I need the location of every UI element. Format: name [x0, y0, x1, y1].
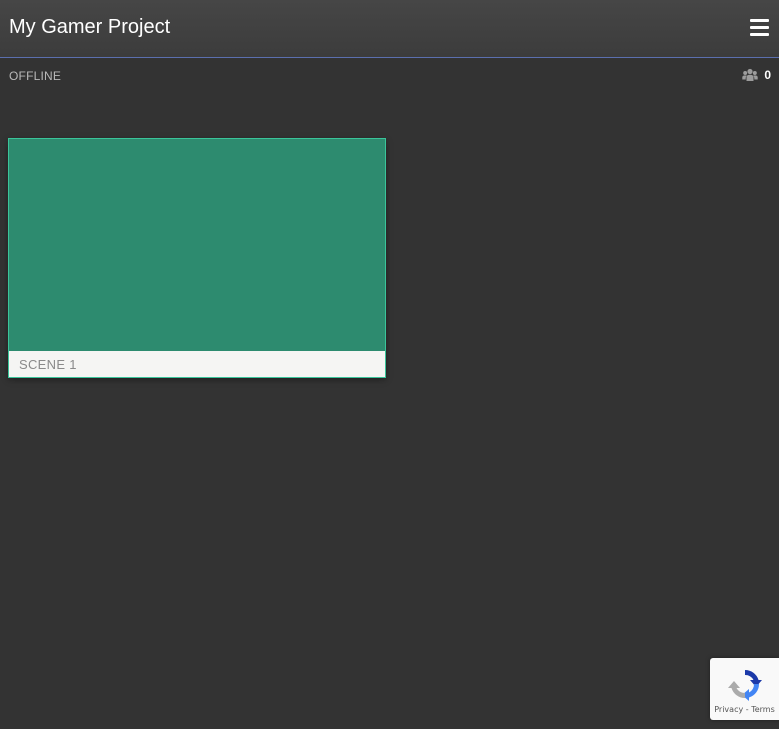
menu-bar: [750, 33, 769, 36]
scene-label-bar: SCENE 1: [9, 351, 385, 377]
top-header: My Gamer Project: [0, 0, 779, 58]
connection-status: OFFLINE: [9, 69, 62, 83]
recaptcha-terms-link[interactable]: Terms: [751, 705, 775, 714]
recaptcha-separator: -: [745, 705, 749, 714]
project-title: My Gamer Project: [9, 16, 171, 38]
viewers-count: 0: [764, 68, 771, 82]
scene-thumbnail: [9, 139, 385, 351]
menu-bar: [750, 19, 769, 22]
hamburger-menu-icon[interactable]: [750, 19, 769, 37]
app-root: My Gamer Project OFFLINE 0 SCENE 1 Priva…: [0, 0, 779, 729]
recaptcha-badge[interactable]: Privacy - Terms: [710, 658, 779, 720]
viewers-indicator: 0: [742, 68, 771, 82]
recaptcha-icon: [727, 669, 762, 701]
recaptcha-links: Privacy - Terms: [714, 705, 775, 714]
scene-label: SCENE 1: [19, 356, 77, 372]
scene-card[interactable]: SCENE 1: [8, 138, 386, 378]
users-group-icon: [742, 68, 759, 81]
menu-bar: [750, 26, 769, 29]
recaptcha-privacy-link[interactable]: Privacy: [714, 705, 743, 714]
